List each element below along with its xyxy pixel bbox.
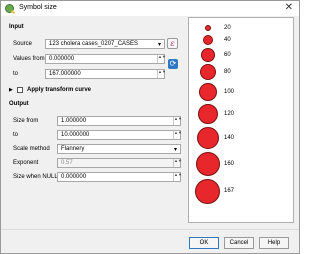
spin-arrows-icon[interactable]: ▲▼ [157,55,166,63]
legend-symbol [196,152,220,176]
size-from-label: Size from [13,118,39,124]
scale-method-label: Scale method [13,146,50,152]
exponent-value: 0.57 [61,160,73,166]
null-size-label: Size when NULL [13,174,58,180]
legend-row: 20 [189,23,293,33]
close-icon[interactable]: ✕ [285,2,293,13]
legend-value: 120 [224,111,235,117]
values-from-spinbox[interactable]: 0.000000 ▲▼ [45,54,166,64]
refresh-icon[interactable]: ⟳ [168,59,178,69]
size-to-spinbox[interactable]: 10.000000 ▲▼ [57,130,182,140]
button-separator [1,229,299,230]
legend-symbol [200,64,216,80]
null-size-spinbox[interactable]: 0.000000 ▲▼ [57,172,182,182]
legend-symbol [197,127,219,149]
chevron-down-icon: ▾ [173,147,177,153]
spin-arrows-icon[interactable]: ▲▼ [173,173,182,181]
spin-arrows-icon[interactable]: ▲▼ [173,159,182,167]
legend-value: 40 [224,37,231,43]
legend-symbol [198,104,218,124]
legend-value: 60 [224,52,231,58]
chevron-down-icon: ▾ [157,42,161,48]
size-to-value: 10.000000 [61,132,90,138]
size-to-label: to [13,132,19,138]
help-button[interactable]: Help [259,237,289,249]
legend-row: 60 [189,48,293,62]
transform-curve-checkbox[interactable] [17,87,23,93]
source-combo[interactable]: 123 cholera cases_0207_CASES ▾ [45,39,165,49]
input-heading: Input [9,24,24,30]
legend-symbol [203,35,213,45]
legend-symbol [199,83,217,101]
symbol-size-dialog: Symbol size ✕ Input Source 123 cholera c… [0,0,300,254]
source-value: 123 cholera cases_0207_CASES [49,41,139,47]
legend-row: 40 [189,34,293,46]
spin-arrows-icon[interactable]: ▲▼ [173,131,182,139]
collapse-icon[interactable]: ▶ [9,87,13,93]
legend-value: 167 [224,188,235,194]
window-title: Symbol size [19,4,57,11]
ok-button[interactable]: OK [189,237,219,249]
spin-arrows-icon[interactable]: ▲▼ [173,117,182,125]
exponent-spinbox[interactable]: 0.57 ▲▼ [57,158,182,168]
source-label: Source [13,41,33,47]
legend-symbol [201,48,215,62]
legend-row: 120 [189,104,293,124]
cancel-button[interactable]: Cancel [224,237,254,249]
output-heading: Output [9,101,29,107]
legend-row: 160 [189,152,293,176]
values-from-label: Values from [13,56,45,62]
values-from-value: 0.000000 [49,56,75,62]
values-to-value: 167.000000 [49,71,81,77]
scale-method-value: Flannery [61,146,85,152]
legend-symbol [195,179,220,204]
null-size-value: 0.000000 [61,174,87,180]
title-bar: Symbol size ✕ [1,1,299,16]
legend-symbol [205,25,211,31]
exponent-label: Exponent [13,160,39,166]
spin-arrows-icon[interactable]: ▲▼ [157,70,166,78]
legend-row: 80 [189,64,293,81]
transform-curve-label: Apply transform curve [27,87,92,93]
legend-value: 80 [224,69,231,75]
legend-value: 160 [224,161,235,167]
values-to-spinbox[interactable]: 167.000000 ▲▼ [45,69,166,79]
legend-row: 140 [189,127,293,149]
legend-value: 140 [224,135,235,141]
legend-row: 167 [189,179,293,204]
size-from-value: 1.000000 [61,118,87,124]
legend-row: 100 [189,83,293,102]
legend-value: 100 [224,89,235,95]
expression-icon[interactable]: ε [167,38,178,49]
scale-method-combo[interactable]: Flannery ▾ [57,144,181,154]
qgis-logo-icon [5,4,14,13]
size-preview-panel: 20 40 60 80 100 120 140 160 167 [188,17,294,223]
values-to-label: to [13,71,19,77]
legend-value: 20 [224,25,231,31]
size-from-spinbox[interactable]: 1.000000 ▲▼ [57,116,182,126]
